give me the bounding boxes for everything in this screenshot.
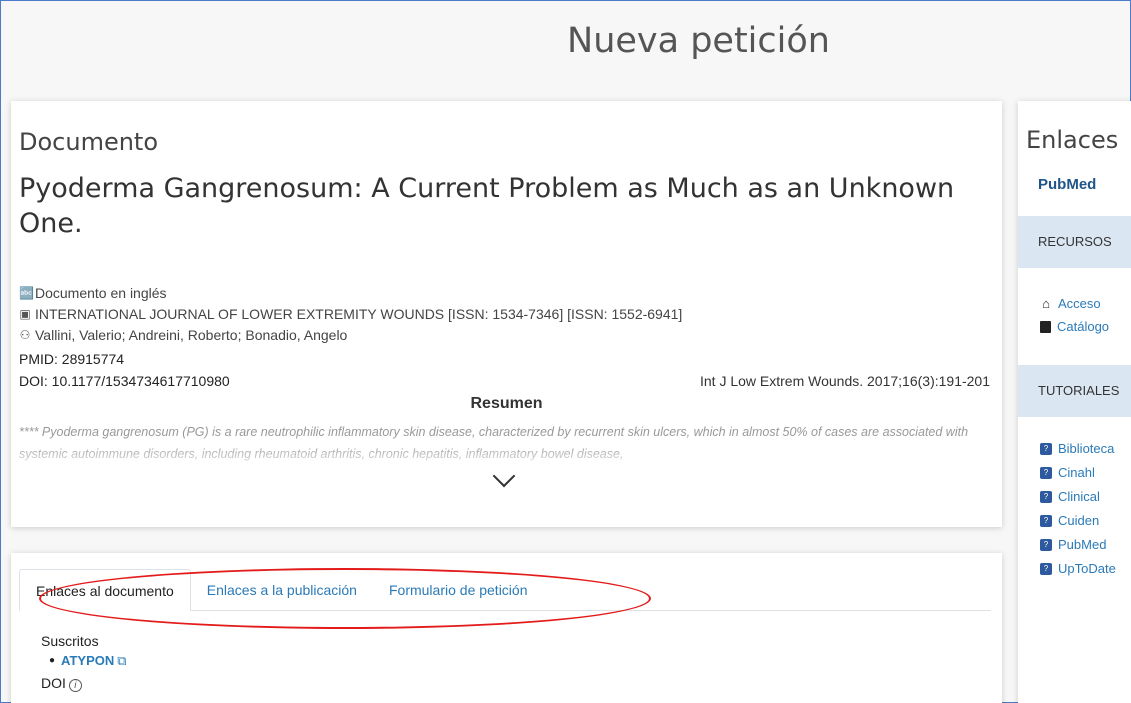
app-frame: Nueva petición Documento Pyoderma Gangre… [0, 0, 1131, 703]
sidebar-item-uptodate[interactable]: ? UpToDate [1040, 561, 1116, 576]
doi-text: DOI: 10.1177/1534734617710980 [19, 373, 230, 389]
sidebar-item-label: UpToDate [1058, 561, 1116, 576]
resources-header: RECURSOS [1018, 216, 1131, 268]
document-heading: Documento [19, 128, 159, 156]
book-icon [1040, 320, 1051, 333]
journal-row: ▣ INTERNATIONAL JOURNAL OF LOWER EXTREMI… [19, 306, 682, 322]
subscribed-label: Suscritos [41, 633, 99, 649]
document-title: Pyoderma Gangrenosum: A Current Problem … [19, 173, 955, 239]
external-link-icon: ⧉ [117, 653, 127, 668]
sidebar-item-label: Acceso [1058, 296, 1101, 311]
info-icon[interactable]: i [68, 679, 82, 692]
sidebar-item-acceso[interactable]: ⌂ Acceso [1040, 296, 1101, 311]
home-icon: ⌂ [1042, 296, 1050, 311]
sidebar-item-cinahl[interactable]: ? Cinahl [1040, 465, 1095, 480]
authors-row: ⚇ Vallini, Valerio; Andreini, Roberto; B… [19, 327, 348, 343]
sidebar-item-catalogo[interactable]: Catálogo [1040, 319, 1109, 334]
doi-section-label: DOI i [41, 675, 82, 692]
sidebar-heading: Enlaces [1026, 126, 1119, 154]
page-title: Nueva petición [567, 21, 830, 61]
sidebar-item-label: Biblioteca [1058, 441, 1115, 456]
help-icon: ? [1040, 466, 1052, 479]
sidebar-item-clinical[interactable]: ? Clinical [1040, 489, 1100, 504]
links-card: Enlaces al documento Enlaces a la public… [11, 553, 1002, 703]
sidebar-item-pubmed[interactable]: ? PubMed [1040, 537, 1106, 552]
sidebar-item-biblioteca[interactable]: ? Biblioteca [1040, 441, 1114, 456]
help-icon: ? [1040, 490, 1052, 503]
sidebar-item-label: Cuiden [1058, 513, 1100, 528]
translate-icon: 🔤 [19, 286, 34, 300]
bullet-icon: ● [49, 655, 56, 666]
journal-text: INTERNATIONAL JOURNAL OF LOWER EXTREMITY… [35, 306, 683, 322]
pubmed-logo[interactable]: PubMed [1038, 176, 1096, 193]
provider-label: ATYPON [61, 653, 115, 668]
provider-link-atypon[interactable]: ● ATYPON ⧉ [49, 653, 127, 669]
sidebar-item-label: Cinahl [1058, 465, 1095, 480]
doi-label-text: DOI [41, 675, 66, 691]
sidebar-item-label: Catálogo [1057, 319, 1110, 334]
sidebar-item-label: Clinical [1058, 489, 1100, 504]
abstract-heading: Resumen [470, 395, 543, 412]
journal-icon: ▣ [19, 307, 31, 321]
sidebar-card: Enlaces PubMed RECURSOS ⌂ Acceso Catálog… [1018, 101, 1131, 703]
document-card: Documento Pyoderma Gangrenosum: A Curren… [11, 101, 1002, 527]
help-icon: ? [1040, 562, 1052, 575]
pmid-text: PMID: 28915774 [19, 351, 125, 367]
help-icon: ? [1040, 538, 1052, 551]
sidebar-item-label: PubMed [1058, 537, 1107, 552]
sidebar-item-cuiden[interactable]: ? Cuiden [1040, 513, 1099, 528]
annotation-ellipse [39, 568, 651, 629]
users-icon: ⚇ [19, 328, 31, 342]
language-row: 🔤 Documento en inglés [19, 285, 167, 301]
citation-text: Int J Low Extrem Wounds. 2017;16(3):191-… [699, 373, 990, 389]
tutorials-header: TUTORIALES [1018, 365, 1131, 417]
help-icon: ? [1040, 442, 1052, 455]
help-icon: ? [1040, 514, 1052, 527]
authors-text: Vallini, Valerio; Andreini, Roberto; Bon… [35, 327, 348, 343]
language-text: Documento en inglés [35, 285, 167, 301]
